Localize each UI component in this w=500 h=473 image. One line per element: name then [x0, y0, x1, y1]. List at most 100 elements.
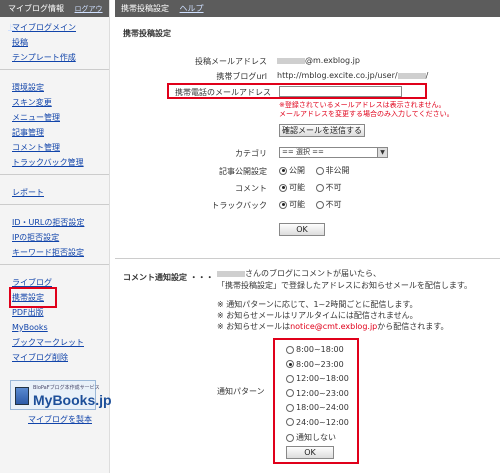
- sidebar-item-skin[interactable]: スキン変更: [12, 95, 109, 110]
- sidebar: マイブログ情報 ログアウト マイブログメイン 投稿 テンプレート作成 環境設定 …: [0, 0, 112, 473]
- trackback-option-allow-label: 可能: [289, 200, 305, 209]
- notify-pattern-option[interactable]: 12:00~23:00: [286, 389, 349, 398]
- sidebar-item-comments[interactable]: コメント管理: [12, 140, 109, 155]
- notify-note-3-a: ※ お知らせメールは: [217, 322, 291, 331]
- radio-unchecked-icon: [286, 345, 294, 354]
- comment-option-deny-label: 不可: [325, 183, 342, 192]
- notify-pattern-option[interactable]: 通知しない: [286, 432, 336, 443]
- radio-checked-icon: [279, 166, 287, 175]
- notify-pattern-option[interactable]: 12:00~18:00: [286, 374, 349, 383]
- post-email-label: 投稿メールアドレス: [195, 57, 267, 66]
- notify-pattern-option-label: 通知しない: [296, 433, 336, 442]
- notify-pattern-option[interactable]: 8:00~18:00: [286, 345, 344, 354]
- notify-note-3: ※ お知らせメールはnotice@cmt.exblog.jpから配信されます。: [217, 321, 448, 332]
- mobile-email-label: 携帯電話のメールアドレス: [175, 88, 271, 97]
- masked-user-id: [397, 72, 426, 79]
- mybooks-banner[interactable]: BloPaFブログ本作成サービス MyBooks.jp: [10, 380, 112, 410]
- sidebar-item-pdf[interactable]: PDF出版: [12, 305, 109, 320]
- comment-notify-label: コメント通知設定 ・・・: [123, 273, 214, 282]
- mobile-email-note-1: ※登録されているメールアドレスは表示されません。: [279, 101, 446, 109]
- sidebar-item-id-url-reject[interactable]: ID・URLの拒否設定: [12, 215, 109, 230]
- notify-pattern-option[interactable]: 18:00~24:00: [286, 403, 349, 412]
- sidebar-group-report: レポート: [0, 175, 109, 205]
- sidebar-item-delete-blog[interactable]: マイブログ削除: [12, 350, 109, 365]
- sidebar-item-menu[interactable]: メニュー管理: [12, 110, 109, 125]
- publish-option-private-label: 非公開: [325, 166, 350, 175]
- sidebar-item-trackbacks[interactable]: トラックバック管理: [12, 155, 109, 170]
- sidebar-item-post[interactable]: 投稿: [12, 35, 109, 50]
- notify-note-2: ※ お知らせメールはリアルタイムには配信されません。: [217, 311, 418, 320]
- notify-pattern-label: 通知パターン: [217, 387, 265, 396]
- mobile-email-input[interactable]: [279, 86, 402, 97]
- notify-pattern-option-label: 12:00~18:00: [296, 374, 349, 383]
- publish-label: 記事公開設定: [219, 167, 267, 176]
- radio-unchecked-icon: [286, 418, 294, 426]
- mobile-url-value: http://mblog.excite.co.jp/user//: [277, 71, 429, 80]
- notify-pattern-option-label: 8:00~18:00: [296, 345, 344, 354]
- comment-option-allow[interactable]: 可能: [279, 182, 305, 193]
- sidebar-item-articles[interactable]: 記事管理: [12, 125, 109, 140]
- notify-sender-email: notice@cmt.exblog.jp: [290, 322, 378, 331]
- publish-option-public-label: 公開: [289, 166, 305, 175]
- radio-checked-icon: [279, 183, 287, 192]
- sidebar-group-settings: 環境設定 スキン変更 メニュー管理 記事管理 コメント管理 トラックバック管理: [0, 70, 109, 175]
- notify-note-1: ※ 通知パターンに応じて、1~2時間ごとに配信します。: [217, 300, 418, 309]
- publish-option-private[interactable]: 非公開: [315, 165, 350, 176]
- notify-pattern-option[interactable]: 24:00~12:00: [286, 418, 349, 427]
- masked-username: [217, 270, 245, 277]
- notify-pattern-option[interactable]: 8:00~23:00: [286, 360, 344, 369]
- notify-pattern-option-label: 18:00~24:00: [296, 403, 349, 412]
- category-label: カテゴリ: [235, 149, 267, 158]
- mobile-url-label: 携帯ブログurl: [216, 72, 267, 81]
- publish-option-public[interactable]: 公開: [279, 165, 305, 176]
- post-email-value: @m.exblog.jp: [277, 56, 360, 65]
- post-email-domain: @m.exblog.jp: [305, 56, 360, 65]
- comment-option-deny[interactable]: 不可: [315, 182, 342, 193]
- banner-logo-text: MyBooks.jp: [33, 392, 112, 408]
- sidebar-item-bookmarklet[interactable]: ブックマークレット: [12, 335, 109, 350]
- sidebar-group-misc: ライブログ 携帯設定 PDF出版 MyBooks ブックマークレット マイブログ…: [0, 265, 109, 369]
- masked-username: [277, 57, 305, 64]
- trackback-radio-group: 可能 不可: [279, 199, 350, 210]
- trackback-option-allow[interactable]: 可能: [279, 199, 305, 210]
- sidebar-item-myblog-main[interactable]: マイブログメイン: [12, 20, 109, 35]
- publish-radio-group: 公開 非公開: [279, 165, 358, 176]
- sidebar-item-ip-reject[interactable]: IPの拒否設定: [12, 230, 109, 245]
- main-content: 携帯投稿設定 ヘルプ 携帯投稿設定 投稿メールアドレス @m.exblog.jp…: [115, 0, 500, 473]
- radio-unchecked-icon: [286, 389, 294, 397]
- notify-line-1: さんのブログにコメントが届いたら、: [217, 268, 381, 279]
- sidebar-item-template[interactable]: テンプレート作成: [12, 50, 109, 65]
- category-select[interactable]: == 選択 == ▼: [279, 147, 388, 158]
- mobile-url-text: http://mblog.excite.co.jp/user/: [277, 71, 398, 80]
- sidebar-item-keyword-reject[interactable]: キーワード拒否設定: [12, 245, 109, 260]
- radio-unchecked-icon: [286, 433, 294, 442]
- help-link[interactable]: ヘルプ: [180, 4, 204, 13]
- sidebar-group-reject: ID・URLの拒否設定 IPの拒否設定 キーワード拒否設定: [0, 205, 109, 265]
- ok-button-mobile-settings[interactable]: OK: [279, 223, 325, 236]
- comment-label: コメント: [235, 184, 267, 193]
- trackback-option-deny-label: 不可: [325, 200, 342, 209]
- sidebar-item-report[interactable]: レポート: [12, 185, 109, 200]
- radio-checked-icon: [279, 200, 287, 209]
- radio-unchecked-icon: [315, 183, 324, 192]
- notify-note-3-c: から配信されます。: [377, 322, 449, 331]
- main-header: 携帯投稿設定 ヘルプ: [115, 0, 500, 17]
- mobile-email-note-2: メールアドレスを変更する場合のみ入力してください。: [279, 110, 454, 118]
- send-confirm-email-button[interactable]: 確認メールを送信する: [279, 124, 365, 137]
- sidebar-item-mybooks[interactable]: MyBooks: [12, 320, 109, 335]
- notify-line-2: 「携帯投稿設定」で登録したアドレスにお知らせメールを配信します。: [217, 281, 473, 290]
- sidebar-item-environment[interactable]: 環境設定: [12, 80, 109, 95]
- sidebar-title: マイブログ情報: [8, 4, 64, 13]
- banner-caption: BloPaFブログ本作成サービス: [33, 385, 100, 391]
- chevron-down-icon: ▼: [377, 148, 387, 157]
- ok-button-notify[interactable]: OK: [286, 446, 334, 459]
- bind-blog-link[interactable]: マイブログを製本: [28, 414, 92, 425]
- sidebar-group-main: マイブログメイン 投稿 テンプレート作成: [0, 17, 109, 70]
- page-title: 携帯投稿設定: [121, 4, 169, 13]
- notify-pattern-option-label: 12:00~23:00: [296, 388, 349, 398]
- radio-checked-icon: [286, 360, 294, 368]
- trackback-option-deny[interactable]: 不可: [315, 199, 342, 210]
- sidebar-item-liveblog[interactable]: ライブログ: [12, 275, 109, 290]
- comment-option-allow-label: 可能: [289, 183, 305, 192]
- sidebar-item-mobile-settings[interactable]: 携帯設定: [9, 287, 57, 308]
